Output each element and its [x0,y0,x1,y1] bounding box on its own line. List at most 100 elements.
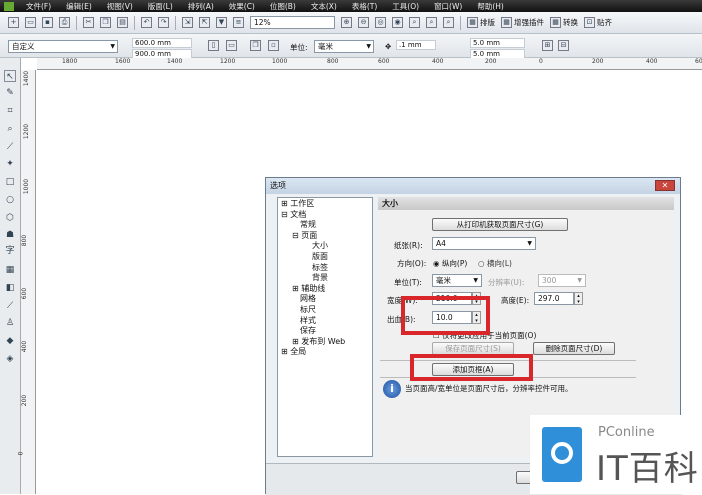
outline-tool-icon[interactable]: ♙ [4,317,16,329]
open-icon[interactable]: ▭ [25,17,36,28]
print-icon[interactable]: ⎙ [59,17,70,28]
menu-table[interactable]: 表格(T) [352,1,377,12]
vertical-ruler[interactable]: 1400 1200 1000 800 600 400 200 0 [17,70,36,494]
landscape-icon[interactable]: ▭ [226,40,237,51]
tree-item-styles[interactable]: 样式 [278,316,372,327]
zoom-height-icon[interactable]: ⌕ [443,17,454,28]
height-input[interactable]: 297.0 [534,292,574,305]
import-icon[interactable]: ⇲ [182,17,193,28]
unit-select[interactable]: 毫米 ▼ [314,40,374,53]
tree-item-publish-web[interactable]: ⊞ 发布到 Web [278,337,372,348]
all-pages-icon[interactable]: ❐ [250,40,261,51]
unit-select[interactable]: 毫米 ▼ [432,274,482,287]
zoom-out-icon[interactable]: ⊖ [358,17,369,28]
tree-item-guidelines[interactable]: ⊞ 辅助线 [278,284,372,295]
property-bar: 自定义 ▼ 600.0 mm 900.0 mm ▯ ▭ ❐ ▫ 单位: 毫米 ▼ ✥… [0,34,702,59]
dialog-title: 选项 [266,178,680,194]
snap-button[interactable]: ⊡ 贴齐 [584,17,612,28]
eyedropper-icon[interactable]: ⟋ [4,300,16,312]
nudge-input[interactable]: .1 mm [396,40,436,50]
current-page-icon[interactable]: ▫ [268,40,279,51]
zoom-tool-icon[interactable]: ⌕ [4,123,16,135]
convert-button[interactable]: ▦ 转换 [550,17,578,28]
copy-icon[interactable]: ❐ [100,17,111,28]
paste-icon[interactable]: ▤ [117,17,128,28]
info-icon: i [383,380,401,398]
units-icon[interactable]: ⊞ [542,40,553,51]
cut-icon[interactable]: ✂ [83,17,94,28]
export-icon[interactable]: ⇱ [199,17,210,28]
tree-item-size[interactable]: 大小 [278,241,372,252]
page-width-input[interactable]: 600.0 mm [132,38,192,48]
smart-fill-icon[interactable]: ✦ [4,158,16,170]
info-message: 当页面高/宽单位是页面尺寸后，分辨率控件可用。 [405,384,573,393]
tree-item-general[interactable]: 常规 [278,220,372,231]
menu-view[interactable]: 视图(V) [107,1,133,12]
arrange-button[interactable]: ▦ 排版 [467,17,495,28]
section-header: 大小 [378,197,674,210]
undo-icon[interactable]: ↶ [141,17,152,28]
menu-tools[interactable]: 工具(O) [392,1,419,12]
grid-icon: ▦ [550,17,561,28]
zoom-width-icon[interactable]: ⌕ [426,17,437,28]
portrait-radio[interactable]: ◉ 纵向(P) [433,258,467,269]
table-tool-icon[interactable]: ▦ [4,264,16,276]
tree-item-background[interactable]: 背景 [278,273,372,284]
rectangle-tool-icon[interactable]: □ [4,176,16,188]
menu-edit[interactable]: 编辑(E) [66,1,92,12]
menu-bitmaps[interactable]: 位图(B) [270,1,296,12]
menu-text[interactable]: 文本(X) [311,1,337,12]
tree-item-workspace[interactable]: ⊞ 工作区 [278,199,372,210]
interactive-fill-icon[interactable]: ◈ [4,353,16,365]
text-tool-icon[interactable]: 字 [4,245,16,257]
height-spinner[interactable]: ▴ ▾ [574,292,583,305]
blend-tool-icon[interactable]: ◧ [4,282,16,294]
portrait-icon[interactable]: ▯ [208,40,219,51]
tree-item-label[interactable]: 标签 [278,263,372,274]
shape-tool-icon[interactable]: ✎ [4,87,16,99]
tree-item-grid[interactable]: 网格 [278,294,372,305]
duplicate-x-input[interactable]: 5.0 mm [470,38,525,48]
landscape-radio[interactable]: ○ 横向(L) [478,258,512,269]
paper-select[interactable]: A4 ▼ [432,237,536,250]
menu-effects[interactable]: 效果(C) [229,1,255,12]
tree-item-rulers[interactable]: 标尺 [278,305,372,316]
zoom-in-icon[interactable]: ⊕ [341,17,352,28]
toolbox: ↖ ✎ ⌗ ⌕ ⟋ ✦ □ ○ ⬡ ☗ 字 ▦ ◧ ⟋ ♙ ◆ ◈ [0,58,21,494]
freehand-tool-icon[interactable]: ⟋ [4,141,16,153]
menu-layout[interactable]: 版面(L) [148,1,173,12]
page-preset-select[interactable]: 自定义 ▼ [8,40,118,53]
publish-icon[interactable]: ▼ [216,17,227,28]
crop-tool-icon[interactable]: ⌗ [4,105,16,117]
basic-shapes-icon[interactable]: ☗ [4,229,16,241]
menu-help[interactable]: 帮助(H) [477,1,504,12]
menu-window[interactable]: 窗口(W) [434,1,462,12]
zoom-page-icon[interactable]: ⌕ [409,17,420,28]
new-icon[interactable]: + [8,17,19,28]
delete-page-size-button[interactable]: 删除页面尺寸(D) [533,342,615,355]
zoom-all-icon[interactable]: ◉ [392,17,403,28]
menu-file[interactable]: 文件(F) [26,1,51,12]
zoom-selected-icon[interactable]: ◎ [375,17,386,28]
align-icon[interactable]: ≡ [233,17,244,28]
menu-arrange[interactable]: 排列(A) [188,1,214,12]
horizontal-ruler[interactable]: 1800 1600 1400 1200 1000 800 600 400 200… [37,58,702,70]
zoom-select[interactable]: 12% [250,16,335,29]
tree-item-document[interactable]: ⊟ 文档 [278,210,372,221]
menu-bar: 文件(F) 编辑(E) 视图(V) 版面(L) 排列(A) 效果(C) 位图(B… [0,0,702,12]
options-tree: ⊞ 工作区 ⊟ 文档 常规 ⊟ 页面 大小 版面 标签 背景 ⊞ 辅助线 网格 … [277,197,373,457]
ellipse-tool-icon[interactable]: ○ [4,194,16,206]
get-from-printer-button[interactable]: 从打印机获取页面尺寸(G) [432,218,568,231]
fill-tool-icon[interactable]: ◆ [4,335,16,347]
tree-item-layout[interactable]: 版面 [278,252,372,263]
tree-item-global[interactable]: ⊞ 全局 [278,347,372,358]
save-icon[interactable]: ▪ [42,17,53,28]
treat-as-filled-icon[interactable]: ⊟ [558,40,569,51]
pick-tool-icon[interactable]: ↖ [4,70,16,82]
redo-icon[interactable]: ↷ [158,17,169,28]
close-button[interactable]: ✕ [655,180,675,191]
plugin-button[interactable]: ▦ 增强插件 [501,17,544,28]
tree-item-save[interactable]: 保存 [278,326,372,337]
tree-item-page[interactable]: ⊟ 页面 [278,231,372,242]
polygon-tool-icon[interactable]: ⬡ [4,212,16,224]
